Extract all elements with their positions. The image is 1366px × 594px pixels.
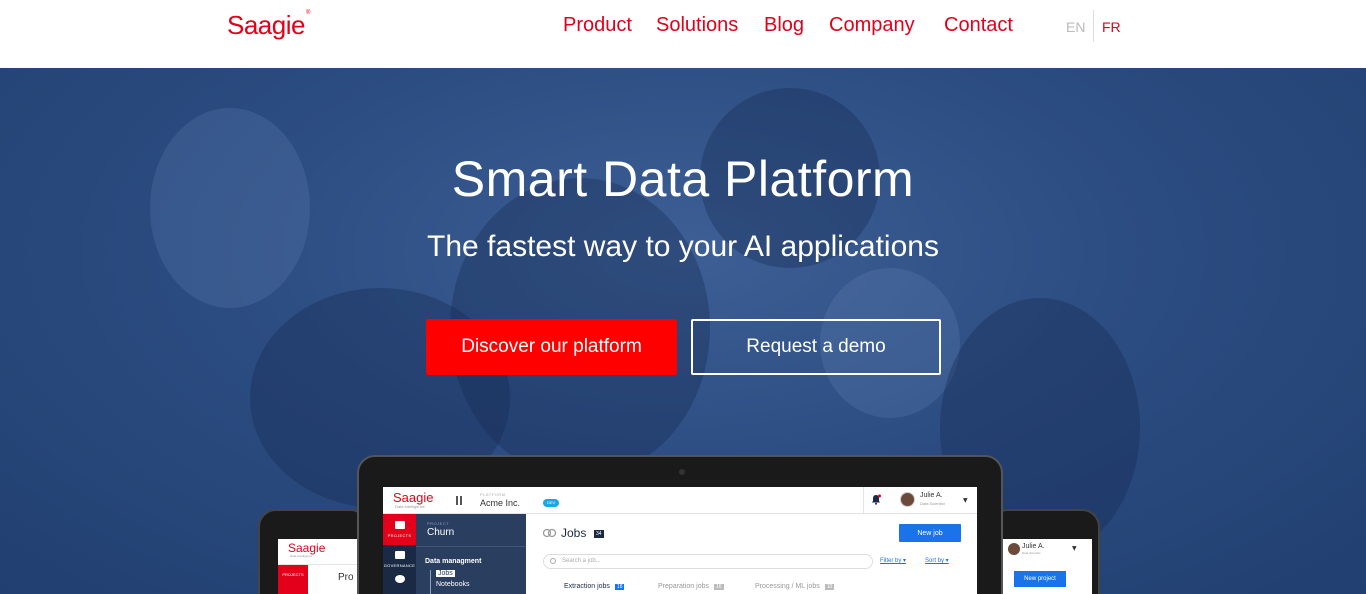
hero-subtitle: The fastest way to your AI applications — [427, 230, 939, 263]
mini-logo-tagline: Data Intelligence — [290, 554, 313, 558]
request-demo-button[interactable]: Request a demo — [691, 319, 941, 375]
mini-sidebar-label: PROJECTS — [282, 572, 304, 577]
hero-title: Smart Data Platform — [451, 151, 915, 207]
app-header: Saagie Data Intelligence PLATFORM Acme I… — [383, 487, 977, 514]
sort-by-dropdown: Sort by ▾ — [925, 558, 949, 564]
discover-platform-button[interactable]: Discover our platform — [426, 319, 677, 375]
tab-count: 10 — [824, 584, 835, 590]
nav-item-jobs: Jobs — [436, 570, 455, 577]
mini-sidebar — [278, 565, 308, 594]
project-value: Churn — [427, 527, 455, 538]
app-saagie-logo: Saagie — [393, 490, 434, 505]
tab-count: 18 — [614, 584, 625, 590]
folder-icon — [395, 521, 405, 529]
chevron-down-icon: ▼ — [1072, 545, 1077, 552]
tab-extraction-jobs: Extraction jobs 18 — [564, 583, 625, 590]
lang-en[interactable]: EN — [1066, 19, 1085, 35]
app-sidebar-governance: GOVERNANCE — [383, 545, 416, 594]
mini-saagie-logo: Saagie — [288, 541, 326, 555]
laptop-mockup: Saagie Data Intelligence PLATFORM Acme I… — [357, 455, 1003, 594]
tab-label: Processing / ML jobs — [755, 583, 820, 590]
avatar — [900, 492, 915, 507]
hero-section: Smart Data Platform The fastest way to y… — [0, 68, 1366, 594]
app-logo-tagline: Data Intelligence — [395, 504, 425, 509]
lang-divider — [1093, 10, 1094, 42]
tab-label: Preparation jobs — [658, 583, 709, 590]
hero-bg-shape — [150, 108, 310, 308]
nav-product[interactable]: Product — [563, 14, 632, 37]
search-placeholder: Search a job... — [562, 558, 601, 564]
saagie-logo[interactable]: Saagie® — [227, 10, 310, 41]
filter-by-dropdown: Filter by ▾ — [880, 558, 907, 564]
tablet-right-screen: Julie A. Data Scientist ▼ New project — [1000, 539, 1092, 594]
nav-solutions[interactable]: Solutions — [656, 14, 738, 37]
avatar — [1008, 543, 1020, 555]
sidebar-projects-label: PROJECTS — [387, 533, 412, 538]
env-badge: DEV — [543, 499, 560, 507]
chevron-down-icon: ▼ — [963, 497, 968, 504]
tab-count: 16 — [713, 584, 724, 590]
user-role: Data Scientist — [920, 501, 945, 506]
tree-line — [430, 570, 431, 594]
tablet-right: Julie A. Data Scientist ▼ New project — [990, 509, 1100, 594]
divider — [863, 487, 864, 514]
app-screen: Saagie Data Intelligence PLATFORM Acme I… — [383, 487, 977, 594]
nav-item-notebooks: Notebooks — [436, 581, 470, 588]
jobs-icon — [543, 528, 556, 538]
tablet-left: Saagie Data Intelligence PROJECTS Pro — [258, 509, 368, 594]
shield-icon — [395, 551, 405, 559]
mini-user-role: Data Scientist — [1022, 551, 1041, 555]
bell-icon — [872, 494, 881, 505]
tab-processing-ml-jobs: Processing / ML jobs 10 — [755, 583, 835, 590]
tablet-left-screen: Saagie Data Intelligence PROJECTS Pro — [278, 539, 368, 594]
tab-preparation-jobs: Preparation jobs 16 — [658, 583, 724, 590]
mini-project-text: Pro — [338, 572, 354, 583]
nav-blog[interactable]: Blog — [764, 14, 804, 37]
new-project-button: New project — [1014, 571, 1066, 587]
project-panel: PROJECT Churn Data managment Jobs Notebo… — [416, 514, 526, 594]
user-name: Julie A. — [920, 492, 943, 499]
project-label: PROJECT — [427, 521, 450, 526]
top-navbar: Saagie® Product Solutions Blog Company C… — [0, 0, 1366, 68]
user-icon — [395, 575, 405, 583]
tab-label: Extraction jobs — [564, 583, 610, 590]
jobs-count-badge: 34 — [594, 530, 604, 538]
sidebar-governance-label: GOVERNANCE — [383, 563, 416, 568]
divider — [416, 546, 526, 547]
platform-label: PLATFORM — [480, 492, 506, 497]
new-job-button: New job — [899, 524, 961, 542]
nav-company[interactable]: Company — [829, 14, 915, 37]
nav-contact[interactable]: Contact — [944, 14, 1013, 37]
job-search-input: Search a job... — [543, 554, 873, 569]
search-icon — [550, 558, 556, 564]
lang-fr[interactable]: FR — [1102, 19, 1121, 35]
mini-user-name: Julie A. — [1022, 543, 1045, 550]
camera-dot — [679, 469, 685, 475]
data-management-heading: Data managment — [425, 558, 482, 565]
jobs-title: Jobs — [561, 526, 587, 540]
menu-icon — [456, 496, 462, 505]
platform-value: Acme Inc. — [480, 498, 521, 508]
